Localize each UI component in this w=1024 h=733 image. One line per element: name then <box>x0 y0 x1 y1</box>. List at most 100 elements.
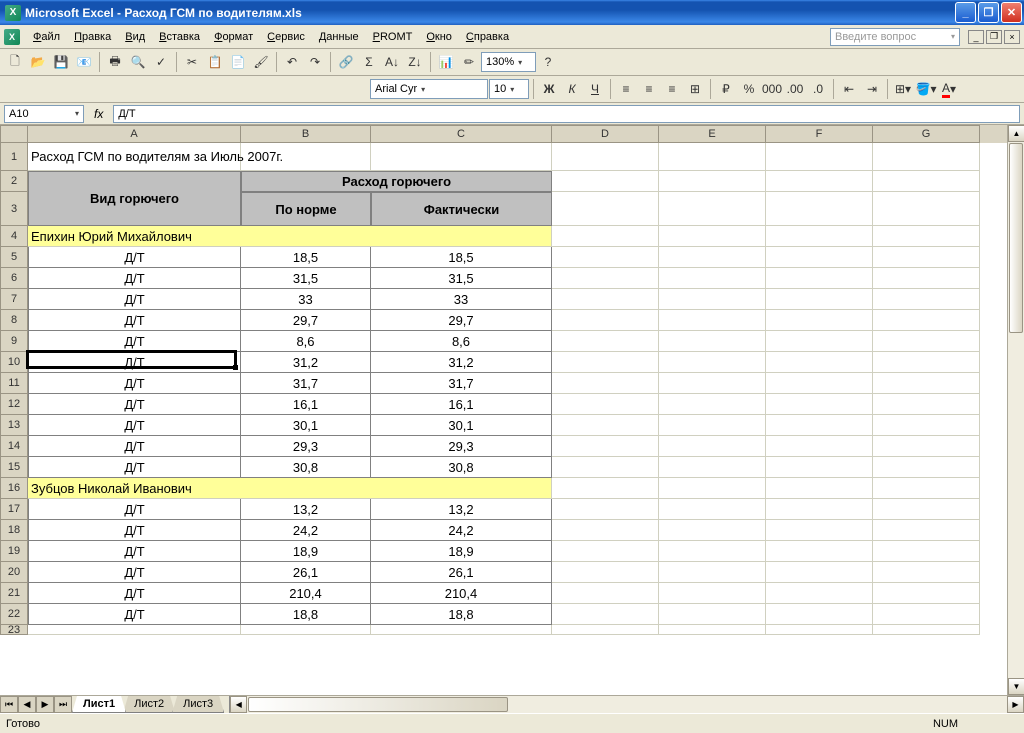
cell-E11[interactable] <box>659 373 766 394</box>
font-color-button[interactable]: A▾ <box>938 78 960 100</box>
row-header-6[interactable]: 6 <box>0 268 28 289</box>
cell-D11[interactable] <box>552 373 659 394</box>
cell-F14[interactable] <box>766 436 873 457</box>
cell-E6[interactable] <box>659 268 766 289</box>
cell-G13[interactable] <box>873 415 980 436</box>
cell-A21[interactable]: Д/Т <box>28 583 241 604</box>
cell-A23[interactable] <box>28 625 241 635</box>
percent-button[interactable]: % <box>738 78 760 100</box>
cell-D12[interactable] <box>552 394 659 415</box>
cell-C17[interactable]: 13,2 <box>371 499 552 520</box>
cell-F4[interactable] <box>766 226 873 247</box>
cell-C1[interactable] <box>371 143 552 171</box>
row-header-17[interactable]: 17 <box>0 499 28 520</box>
open-button[interactable]: 📂 <box>27 51 49 73</box>
row-header-5[interactable]: 5 <box>0 247 28 268</box>
cell-G12[interactable] <box>873 394 980 415</box>
cell-E20[interactable] <box>659 562 766 583</box>
menu-правка[interactable]: Правка <box>67 29 118 45</box>
cell-D16[interactable] <box>552 478 659 499</box>
row-header-12[interactable]: 12 <box>0 394 28 415</box>
cell-F7[interactable] <box>766 289 873 310</box>
cut-button[interactable]: ✂ <box>181 51 203 73</box>
cell-A20[interactable]: Д/Т <box>28 562 241 583</box>
cell-G6[interactable] <box>873 268 980 289</box>
cell-A13[interactable]: Д/Т <box>28 415 241 436</box>
cell-F2[interactable] <box>766 171 873 192</box>
horizontal-scrollbar[interactable]: ◀ ▶ <box>229 696 1024 713</box>
cell-A11[interactable]: Д/Т <box>28 373 241 394</box>
cell-G10[interactable] <box>873 352 980 373</box>
cell-B6[interactable]: 31,5 <box>241 268 371 289</box>
cell-G14[interactable] <box>873 436 980 457</box>
cell-C15[interactable]: 30,8 <box>371 457 552 478</box>
cell-B14[interactable]: 29,3 <box>241 436 371 457</box>
cell-G15[interactable] <box>873 457 980 478</box>
currency-button[interactable]: ₽ <box>715 78 737 100</box>
cell-D3[interactable] <box>552 192 659 226</box>
menu-вставка[interactable]: Вставка <box>152 29 207 45</box>
cell-C20[interactable]: 26,1 <box>371 562 552 583</box>
menu-данные[interactable]: Данные <box>312 29 366 45</box>
new-button[interactable]: 🗋 <box>4 51 26 73</box>
vertical-scrollbar[interactable]: ▲ ▼ <box>1007 125 1024 695</box>
cell-C21[interactable]: 210,4 <box>371 583 552 604</box>
cell-B8[interactable]: 29,7 <box>241 310 371 331</box>
cell-E14[interactable] <box>659 436 766 457</box>
cell-B10[interactable]: 31,2 <box>241 352 371 373</box>
row-header-14[interactable]: 14 <box>0 436 28 457</box>
cell-F5[interactable] <box>766 247 873 268</box>
scroll-down-button[interactable]: ▼ <box>1008 678 1024 695</box>
row-header-21[interactable]: 21 <box>0 583 28 604</box>
cell-E17[interactable] <box>659 499 766 520</box>
cell-D14[interactable] <box>552 436 659 457</box>
cell-B12[interactable]: 16,1 <box>241 394 371 415</box>
cell-E15[interactable] <box>659 457 766 478</box>
sheet-tab-Лист3[interactable]: Лист3 <box>172 696 224 713</box>
hscroll-thumb[interactable] <box>248 697 508 712</box>
cell-C13[interactable]: 30,1 <box>371 415 552 436</box>
cell-A10[interactable]: Д/Т <box>28 352 241 373</box>
cell-G22[interactable] <box>873 604 980 625</box>
row-header-18[interactable]: 18 <box>0 520 28 541</box>
cell-D8[interactable] <box>552 310 659 331</box>
row-header-9[interactable]: 9 <box>0 331 28 352</box>
font-combo[interactable]: Arial Cyr▾ <box>370 79 488 99</box>
cell-A4[interactable]: Епихин Юрий Михайлович <box>28 226 241 247</box>
bold-button[interactable]: Ж <box>538 78 560 100</box>
spellcheck-button[interactable]: ✓ <box>150 51 172 73</box>
preview-button[interactable]: 🔍 <box>127 51 149 73</box>
cell-D6[interactable] <box>552 268 659 289</box>
cell-E21[interactable] <box>659 583 766 604</box>
cell-D7[interactable] <box>552 289 659 310</box>
align-center-button[interactable]: ≡ <box>638 78 660 100</box>
cell-A15[interactable]: Д/Т <box>28 457 241 478</box>
cell-A8[interactable]: Д/Т <box>28 310 241 331</box>
chart-button[interactable]: 📊 <box>435 51 457 73</box>
undo-button[interactable]: ↶ <box>281 51 303 73</box>
menu-окно[interactable]: Окно <box>419 29 459 45</box>
cell-G16[interactable] <box>873 478 980 499</box>
col-header-B[interactable]: B <box>241 125 371 143</box>
cell-C23[interactable] <box>371 625 552 635</box>
cell-E18[interactable] <box>659 520 766 541</box>
cell-F1[interactable] <box>766 143 873 171</box>
cell-A16[interactable]: Зубцов Николай Иванович <box>28 478 241 499</box>
cell-E9[interactable] <box>659 331 766 352</box>
cell-B15[interactable]: 30,8 <box>241 457 371 478</box>
menu-вид[interactable]: Вид <box>118 29 152 45</box>
cell-G5[interactable] <box>873 247 980 268</box>
cell-D15[interactable] <box>552 457 659 478</box>
redo-button[interactable]: ↷ <box>304 51 326 73</box>
cell-B5[interactable]: 18,5 <box>241 247 371 268</box>
cell-E1[interactable] <box>659 143 766 171</box>
cell-F19[interactable] <box>766 541 873 562</box>
cell-A18[interactable]: Д/Т <box>28 520 241 541</box>
align-left-button[interactable]: ≡ <box>615 78 637 100</box>
cell-C18[interactable]: 24,2 <box>371 520 552 541</box>
col-header-D[interactable]: D <box>552 125 659 143</box>
menu-файл[interactable]: Файл <box>26 29 67 45</box>
cell-A19[interactable]: Д/Т <box>28 541 241 562</box>
cell-F10[interactable] <box>766 352 873 373</box>
cell-D21[interactable] <box>552 583 659 604</box>
